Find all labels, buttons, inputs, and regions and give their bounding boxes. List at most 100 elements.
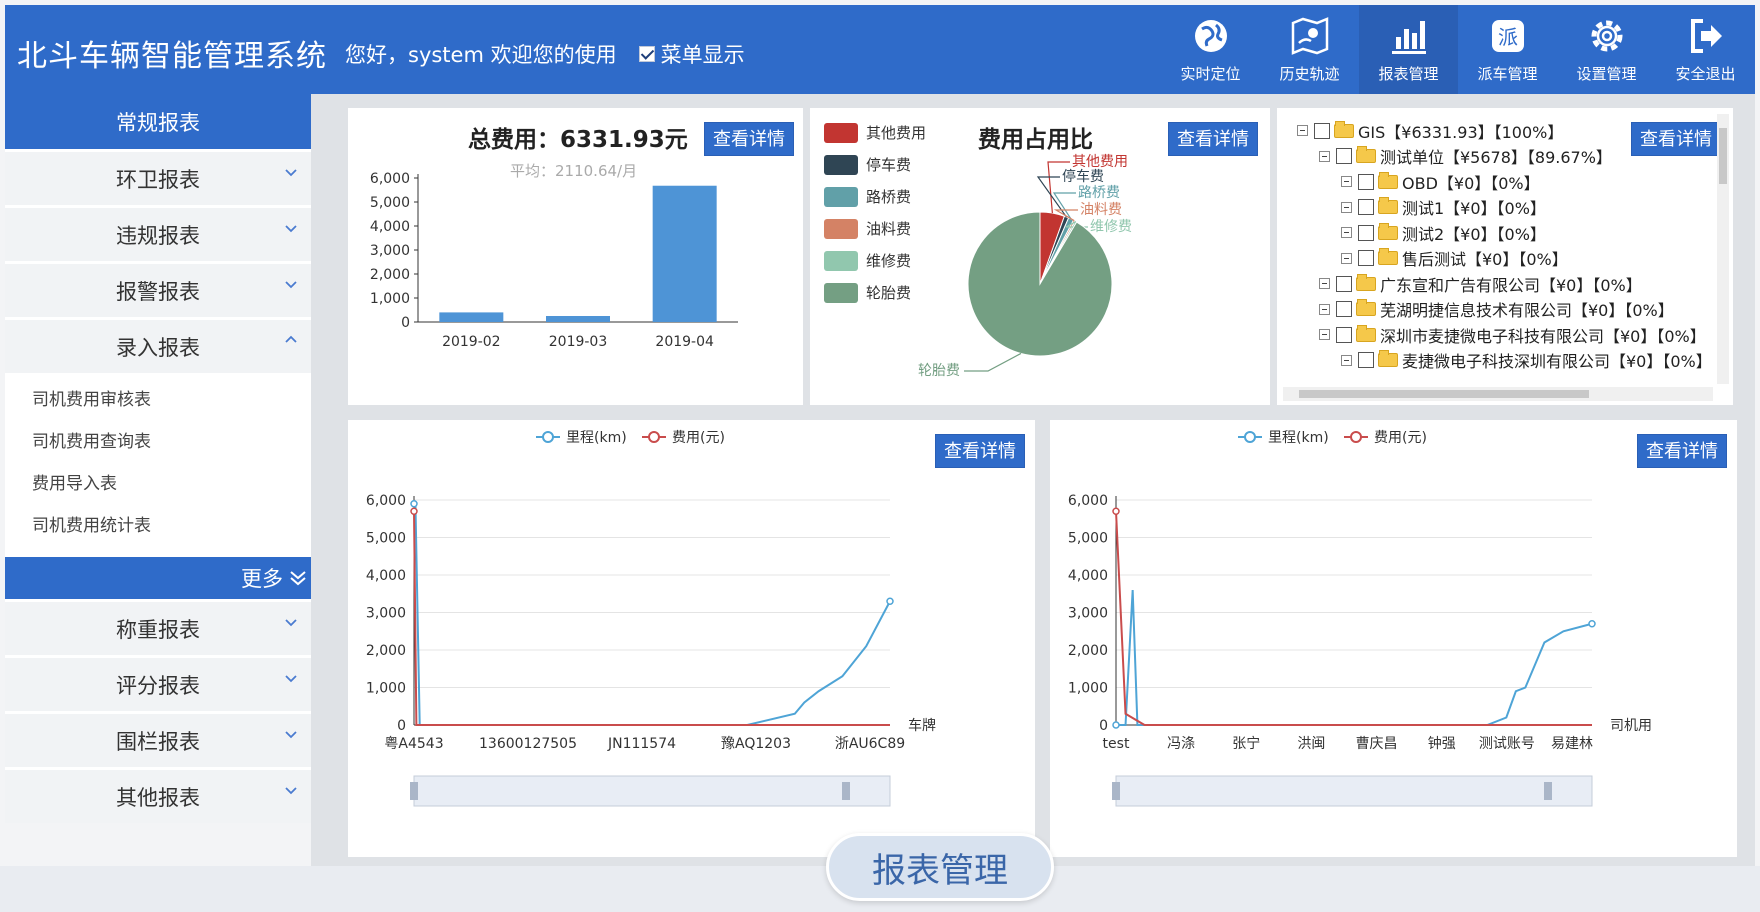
sidebar-item-weighing-report[interactable]: 称重报表 xyxy=(5,602,311,655)
sub-item-cost-import[interactable]: 费用导入表 xyxy=(5,463,311,505)
tree-node-label[interactable]: 测试单位【¥5678】【89.67%】 xyxy=(1380,144,1612,168)
sidebar-item-other-report[interactable]: 其他报表 xyxy=(5,770,311,823)
chevron-down-icon xyxy=(285,169,297,177)
y-tick-label: 1,000 xyxy=(366,681,406,697)
bar xyxy=(546,316,610,322)
tree-node[interactable]: 芜湖明捷信息技术有限公司【¥0】【0%】 xyxy=(1297,297,1697,323)
sidebar-item-alarm-report[interactable]: 报警报表 xyxy=(5,264,311,317)
tree-node-label[interactable]: 麦捷微电子科技深圳有限公司【¥0】【0%】 xyxy=(1402,348,1712,372)
nav-settings-management[interactable]: 设置管理 xyxy=(1557,5,1656,94)
nav-report-management[interactable]: 报表管理 xyxy=(1359,5,1458,94)
vertical-scrollbar[interactable] xyxy=(1717,114,1729,384)
zoom-slider-handle-right[interactable] xyxy=(1544,782,1552,800)
nav-dispatch-management[interactable]: 派 派车管理 xyxy=(1458,5,1557,94)
y-tick-label: 2,000 xyxy=(1068,643,1108,659)
tree-node-label[interactable]: 深圳市麦捷微电子科技有限公司【¥0】【0%】 xyxy=(1380,323,1706,347)
chevron-down-icon xyxy=(285,675,297,683)
x-tick-label: 测试账号 xyxy=(1479,736,1535,752)
tree-node-checkbox[interactable] xyxy=(1336,275,1352,292)
y-tick-label: 2,000 xyxy=(366,643,406,659)
nav-history-track[interactable]: 历史轨迹 xyxy=(1260,5,1359,94)
tree-node-checkbox[interactable] xyxy=(1358,224,1374,241)
tree-node-checkbox[interactable] xyxy=(1336,301,1352,318)
tree-toggle-icon[interactable] xyxy=(1319,278,1330,290)
bar-chart-icon xyxy=(1391,21,1426,54)
tree-node-label[interactable]: 售后测试【¥0】【0%】 xyxy=(1402,246,1568,270)
tree-node-checkbox[interactable] xyxy=(1314,122,1330,139)
y-tick-label: 4,000 xyxy=(370,219,410,235)
sidebar-item-violation-report[interactable]: 违规报表 xyxy=(5,208,311,261)
tree-node[interactable]: OBD【¥0】【0%】 xyxy=(1297,169,1697,195)
tree-node-checkbox[interactable] xyxy=(1336,326,1352,343)
greeting-text: 您好，system 欢迎您的使用 xyxy=(345,43,617,67)
tree-toggle-icon[interactable] xyxy=(1341,201,1352,213)
legend-label: 费用(元) xyxy=(672,430,725,446)
nav-safe-logout[interactable]: 安全退出 xyxy=(1656,5,1755,94)
vertical-scrollbar-thumb[interactable] xyxy=(1719,128,1727,184)
sub-item-driver-cost-stats[interactable]: 司机费用统计表 xyxy=(5,505,311,547)
menu-display-checkbox[interactable] xyxy=(638,46,655,62)
tree-toggle-icon[interactable] xyxy=(1319,150,1330,162)
zoom-slider-handle-left[interactable] xyxy=(1112,782,1120,800)
sidebar-item-fence-report[interactable]: 围栏报表 xyxy=(5,714,311,767)
tree-node-label[interactable]: GIS【¥6331.93】【100%】 xyxy=(1358,119,1563,143)
horizontal-scrollbar-thumb[interactable] xyxy=(1299,390,1589,398)
tree-toggle-icon[interactable] xyxy=(1319,303,1330,315)
gear-icon xyxy=(1591,20,1622,52)
pie-slice-label: 维修费 xyxy=(1090,219,1132,235)
zoom-slider-track[interactable] xyxy=(1115,775,1593,807)
view-details-button[interactable]: 查看详情 xyxy=(1631,122,1721,156)
tree-node-checkbox[interactable] xyxy=(1336,148,1352,165)
x-axis-name: 车牌 xyxy=(908,717,936,734)
x-tick-label: JN111574 xyxy=(607,736,676,752)
tree-node[interactable]: 测试2【¥0】【0%】 xyxy=(1297,220,1697,246)
sidebar-more-toggle[interactable]: 更多 xyxy=(5,557,311,599)
tree-node-label[interactable]: 芜湖明捷信息技术有限公司【¥0】【0%】 xyxy=(1380,297,1674,321)
tree-node-label[interactable]: 测试1【¥0】【0%】 xyxy=(1402,195,1546,219)
folder-icon xyxy=(1356,324,1376,342)
tree-node-label[interactable]: 测试2【¥0】【0%】 xyxy=(1402,221,1546,245)
cost-pie-chart: 其他费用停车费路桥费油料费维修费轮胎费 xyxy=(918,154,1132,379)
tree-node-checkbox[interactable] xyxy=(1358,199,1374,216)
tree-node[interactable]: 广东宣和广告有限公司【¥0】【0%】 xyxy=(1297,271,1697,297)
x-tick-label: 2019-03 xyxy=(549,334,608,350)
sub-item-driver-cost-query[interactable]: 司机费用查询表 xyxy=(5,421,311,463)
tree-node[interactable]: 麦捷微电子科技深圳有限公司【¥0】【0%】 xyxy=(1297,348,1712,374)
tree-toggle-icon[interactable] xyxy=(1297,125,1308,137)
tree-node[interactable]: 深圳市麦捷微电子科技有限公司【¥0】【0%】 xyxy=(1297,322,1706,348)
x-tick-label: 易建林 xyxy=(1551,736,1593,752)
tree-toggle-icon[interactable] xyxy=(1341,354,1352,366)
nav-realtime-location[interactable]: 实时定位 xyxy=(1161,5,1260,94)
greeting-area: 您好，system 欢迎您的使用 菜单显示 xyxy=(345,39,745,69)
menu-display-toggle[interactable]: 菜单显示 xyxy=(638,39,745,69)
x-tick-label: 2019-04 xyxy=(655,334,714,350)
zoom-slider-handle-left[interactable] xyxy=(410,782,418,800)
map-track-icon xyxy=(1291,17,1328,55)
zoom-slider-track[interactable] xyxy=(413,775,891,807)
folder-icon xyxy=(1334,120,1354,138)
sub-item-driver-cost-audit[interactable]: 司机费用审核表 xyxy=(5,379,311,421)
legend-label: 里程(km) xyxy=(1268,430,1329,446)
tree-toggle-icon[interactable] xyxy=(1319,329,1330,341)
mileage-cost-line-chart-plate: 里程(km) 费用(元) 6,000 5,000 4,000 3,000 2,000 1,00… xyxy=(366,430,936,807)
tree-node-label[interactable]: OBD【¥0】【0%】 xyxy=(1402,170,1540,194)
sidebar-item-label: 违规报表 xyxy=(116,223,200,248)
sidebar-item-score-report[interactable]: 评分报表 xyxy=(5,658,311,711)
tree-toggle-icon[interactable] xyxy=(1341,252,1352,264)
sidebar-item-sanitation-report[interactable]: 环卫报表 xyxy=(5,152,311,205)
tree-node-checkbox[interactable] xyxy=(1358,173,1374,190)
tree-toggle-icon[interactable] xyxy=(1341,227,1352,239)
tree-node[interactable]: 测试1【¥0】【0%】 xyxy=(1297,195,1697,221)
series-point xyxy=(886,597,894,605)
tree-node[interactable]: 售后测试【¥0】【0%】 xyxy=(1297,246,1697,272)
horizontal-scrollbar[interactable] xyxy=(1283,387,1713,401)
sidebar-head-regular-reports[interactable]: 常规报表 xyxy=(5,94,311,149)
zoom-slider-handle-right[interactable] xyxy=(842,782,850,800)
tree-node-label[interactable]: 广东宣和广告有限公司【¥0】【0%】 xyxy=(1380,272,1642,296)
x-tick-label: 张宁 xyxy=(1232,735,1260,752)
tree-toggle-icon[interactable] xyxy=(1341,176,1352,188)
tree-node-checkbox[interactable] xyxy=(1358,250,1374,267)
x-tick-label: 浙AU6C89 xyxy=(835,736,905,752)
sidebar-item-input-report[interactable]: 录入报表 xyxy=(5,320,311,373)
tree-node-checkbox[interactable] xyxy=(1358,352,1374,369)
